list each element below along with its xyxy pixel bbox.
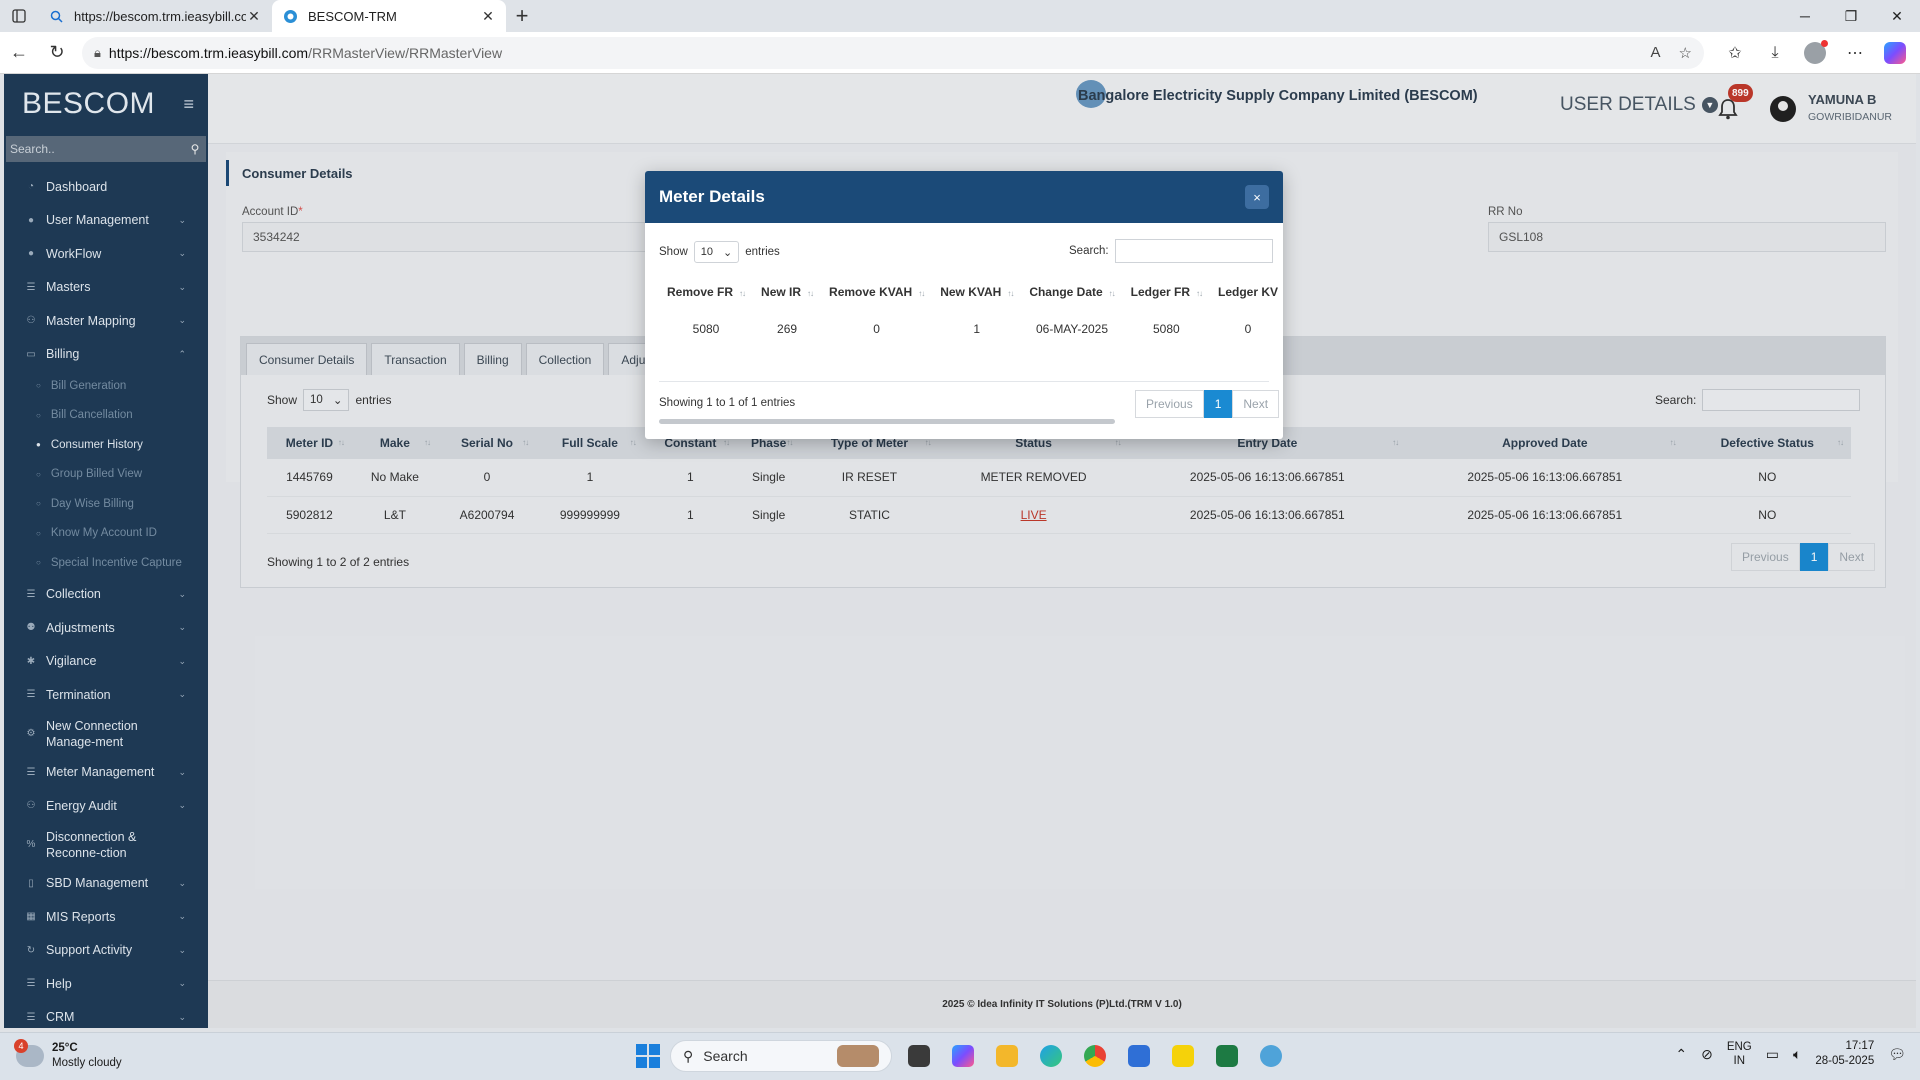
table-row: 5080 269 0 1 06-MAY-2025 5080 0 [692,322,1252,336]
col-new-ir[interactable]: New IR ↑↓ [753,274,821,310]
close-window-icon[interactable]: ✕ [1874,0,1920,32]
app-icon[interactable] [1254,1039,1288,1073]
modal-divider [659,381,1269,382]
col-remove-kvah[interactable]: Remove KVAH ↑↓ [821,274,932,310]
store-icon[interactable] [1122,1039,1156,1073]
window-controls: ─ ❐ ✕ [1782,0,1920,32]
meter-details-table: Remove FR ↑↓ New IR ↑↓ Remove KVAH ↑↓ New K… [659,274,1283,348]
modal-show-entries: Show 10 ⌄ entries [659,241,780,263]
weather-widget[interactable]: 4 25°C Mostly cloudy [14,1039,122,1071]
modal-horizontal-scrollbar[interactable] [659,419,1115,424]
restore-icon[interactable]: ❐ [1828,0,1874,32]
address-bar-row: ← ↻ 🔒︎ https://bescom.trm.ieasybill.com /… [0,32,1920,74]
speaker-icon[interactable]: 🔈︎ [1793,1046,1801,1063]
taskbar-search[interactable]: ⚲ Search [670,1040,892,1072]
browser-tabbar: https://bescom.trm.ieasybill.com/ ✕ BESC… [0,0,1920,32]
favorites-icon[interactable]: ✩ [1720,38,1750,68]
col-remove-fr[interactable]: Remove FR ↑↓ [659,274,753,310]
system-tray: ⌃ ⊘ ENG IN ▭ 🔈︎ 17:17 28-05-2025 💬︎ [1675,1039,1906,1069]
modal-pagination: Previous 1 Next [1135,390,1280,418]
sticky-notes-icon[interactable] [1166,1039,1200,1073]
browser-tab-2[interactable]: BESCOM-TRM ✕ [272,0,506,32]
col-new-kvah[interactable]: New KVAH ↑↓ [932,274,1021,310]
copilot-icon[interactable] [1880,38,1910,68]
cloud-icon: 4 [14,1039,44,1067]
copilot-app-icon[interactable] [946,1039,980,1073]
modal-header-row: Remove FR ↑↓ New IR ↑↓ Remove KVAH ↑↓ New K… [659,274,1283,310]
modal-search-input[interactable] [1114,239,1273,263]
modal-next-button[interactable]: Next [1232,390,1280,418]
tab-actions-icon[interactable] [0,0,38,32]
search-highlight-image [837,1045,879,1067]
url-host: https://bescom.trm.ieasybill.com [108,44,309,61]
taskbar-apps: ⚲ Search [636,1039,1288,1073]
modal-header: Meter Details × [645,171,1283,223]
tab-title: https://bescom.trm.ieasybill.com/ [74,8,246,24]
edge-browser-icon[interactable] [1034,1039,1068,1073]
modal-previous-button[interactable]: Previous [1135,390,1204,418]
app-window: BESCOM ≡ ⚲ ◔Dashboard ●User Management⌄ … [4,74,1916,1028]
taskbar: 4 25°C Mostly cloudy ⚲ Search ⌃ ⊘ ENG IN… [0,1032,1920,1080]
excel-icon[interactable] [1210,1039,1244,1073]
col-change-date[interactable]: Change Date ↑↓ [1021,274,1122,310]
more-icon[interactable]: ⋯ [1840,38,1870,68]
display-icon[interactable]: ▭ [1766,1046,1779,1063]
modal-table-info: Showing 1 to 1 of 1 entries [659,397,796,409]
back-icon[interactable]: ← [0,35,38,71]
chevron-down-icon: ⌄ [723,246,733,259]
site-favicon-icon [282,8,298,24]
close-tab-icon[interactable]: ✕ [246,8,262,25]
weather-badge: 4 [14,1039,28,1053]
search-icon [48,8,64,24]
windows-start-icon[interactable] [636,1044,660,1068]
browser-tab-1[interactable]: https://bescom.trm.ieasybill.com/ ✕ [38,0,272,32]
notifications-icon[interactable]: 💬︎ [1888,1046,1906,1063]
language-indicator[interactable]: ENG IN [1727,1040,1752,1068]
temperature: 25°C [52,1042,78,1054]
modal-page-1-button[interactable]: 1 [1203,390,1233,418]
search-icon: ⚲ [683,1047,694,1064]
col-ledger-kv[interactable]: Ledger KV [1210,274,1283,310]
meter-details-modal: Meter Details × Show 10 ⌄ entries Search:… [645,171,1283,439]
file-explorer-icon[interactable] [990,1039,1024,1073]
read-aloud-icon[interactable]: A [1651,44,1661,62]
refresh-icon[interactable]: ↻ [38,35,76,71]
clock[interactable]: 17:17 28-05-2025 [1815,1039,1874,1069]
modal-title: Meter Details [659,187,765,206]
profile-icon[interactable] [1800,38,1830,68]
favorite-star-icon[interactable]: ☆ [1679,44,1692,62]
close-tab-icon[interactable]: ✕ [480,8,496,25]
chrome-icon[interactable] [1078,1039,1112,1073]
tab-title: BESCOM-TRM [308,8,397,24]
chevron-up-icon[interactable]: ⌃ [1675,1046,1687,1063]
network-off-icon[interactable]: ⊘ [1701,1046,1713,1063]
task-view-icon[interactable] [902,1039,936,1073]
downloads-icon[interactable]: ⤓ [1760,38,1790,68]
modal-close-button[interactable]: × [1245,185,1269,209]
modal-search: Search: [1069,239,1273,263]
lock-icon: 🔒︎ [94,44,101,60]
minimize-icon[interactable]: ─ [1782,0,1828,32]
url-field[interactable]: 🔒︎ https://bescom.trm.ieasybill.com/RRMa… [82,36,1704,69]
url-path: /RRMasterView/RRMasterView [308,44,503,61]
col-ledger-fr[interactable]: Ledger FR ↑↓ [1123,274,1210,310]
new-tab-icon[interactable]: + [506,0,538,32]
modal-entries-select[interactable]: 10 ⌄ [693,241,740,263]
weather-condition: Mostly cloudy [52,1057,122,1069]
